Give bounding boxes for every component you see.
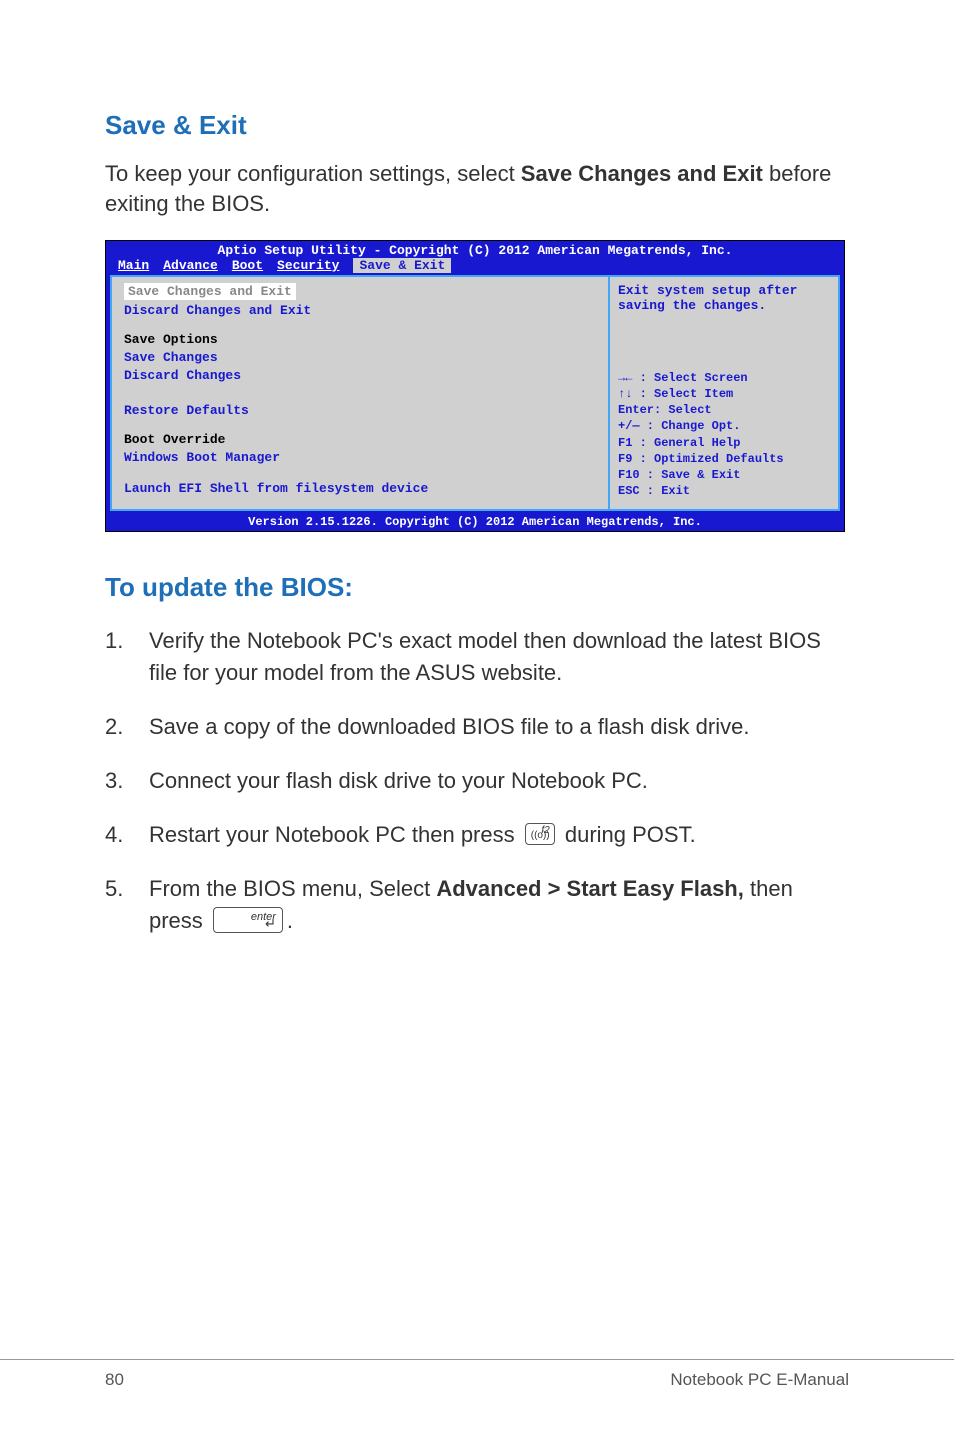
- step-item: Verify the Notebook PC's exact model the…: [105, 625, 849, 689]
- bios-footer: Version 2.15.1226. Copyright (C) 2012 Am…: [106, 513, 844, 531]
- bios-help-description: Exit system setup after saving the chang…: [618, 283, 830, 313]
- bios-help-line: +/— : Change Opt.: [618, 418, 830, 434]
- bios-item: Windows Boot Manager: [124, 450, 596, 465]
- bios-tab-main: Main: [118, 258, 149, 273]
- bios-section-label: Boot Override: [124, 432, 596, 447]
- bios-item: Launch EFI Shell from filesystem device: [124, 481, 596, 496]
- manual-title: Notebook PC E-Manual: [670, 1370, 849, 1390]
- bios-help-line: ESC : Exit: [618, 483, 830, 499]
- bios-body: Save Changes and Exit Discard Changes an…: [110, 275, 840, 511]
- bios-tab-advance: Advance: [163, 258, 218, 273]
- intro-bold: Save Changes and Exit: [521, 161, 763, 186]
- bios-help-line: F9 : Optimized Defaults: [618, 451, 830, 467]
- step-item: From the BIOS menu, Select Advanced > St…: [105, 873, 849, 937]
- steps-list: Verify the Notebook PC's exact model the…: [105, 625, 849, 936]
- bios-help-line: F10 : Save & Exit: [618, 467, 830, 483]
- section-heading-save-exit: Save & Exit: [105, 110, 849, 141]
- bios-help-line: F1 : General Help: [618, 435, 830, 451]
- bios-help-line: Enter: Select: [618, 402, 830, 418]
- step-item: Restart your Notebook PC then press f2((…: [105, 819, 849, 851]
- bios-help-keys: →← : Select Screen ↑↓ : Select Item Ente…: [618, 370, 830, 500]
- page-number: 80: [105, 1370, 124, 1390]
- bios-item: Discard Changes and Exit: [124, 303, 596, 318]
- step5-bold: Advanced > Start Easy Flash,: [436, 876, 744, 901]
- bios-screenshot: Aptio Setup Utility - Copyright (C) 2012…: [105, 240, 845, 532]
- bios-tabs: Main Advance Boot Security Save & Exit: [106, 258, 844, 275]
- intro-paragraph: To keep your configuration settings, sel…: [105, 159, 849, 218]
- bios-tab-boot: Boot: [232, 258, 263, 273]
- enter-key-icon: enter↵: [213, 907, 283, 933]
- bios-header: Aptio Setup Utility - Copyright (C) 2012…: [106, 241, 844, 258]
- bios-item-selected: Save Changes and Exit: [124, 283, 296, 300]
- step5-after: .: [287, 908, 293, 933]
- intro-text-before: To keep your configuration settings, sel…: [105, 161, 521, 186]
- bios-help-line: →← : Select Screen: [618, 370, 830, 386]
- bios-right-pane: Exit system setup after saving the chang…: [608, 277, 838, 509]
- bios-item: Discard Changes: [124, 368, 596, 383]
- bios-left-pane: Save Changes and Exit Discard Changes an…: [112, 277, 608, 509]
- section-heading-update-bios: To update the BIOS:: [105, 572, 849, 603]
- step5-before: From the BIOS menu, Select: [149, 876, 436, 901]
- step-item: Save a copy of the downloaded BIOS file …: [105, 711, 849, 743]
- bios-item: Restore Defaults: [124, 403, 596, 418]
- bios-tab-save-exit: Save & Exit: [353, 258, 451, 273]
- f2-key-icon: f2((o)): [525, 823, 555, 845]
- bios-section-label: Save Options: [124, 332, 596, 347]
- bios-help-line: ↑↓ : Select Item: [618, 386, 830, 402]
- bios-item: Save Changes: [124, 350, 596, 365]
- step4-after: during POST.: [559, 822, 696, 847]
- step4-before: Restart your Notebook PC then press: [149, 822, 521, 847]
- bios-tab-security: Security: [277, 258, 339, 273]
- enter-arrow-icon: ↵: [265, 917, 276, 930]
- wifi-icon: ((o)): [531, 831, 550, 841]
- step-item: Connect your flash disk drive to your No…: [105, 765, 849, 797]
- page-footer: 80 Notebook PC E-Manual: [0, 1359, 954, 1390]
